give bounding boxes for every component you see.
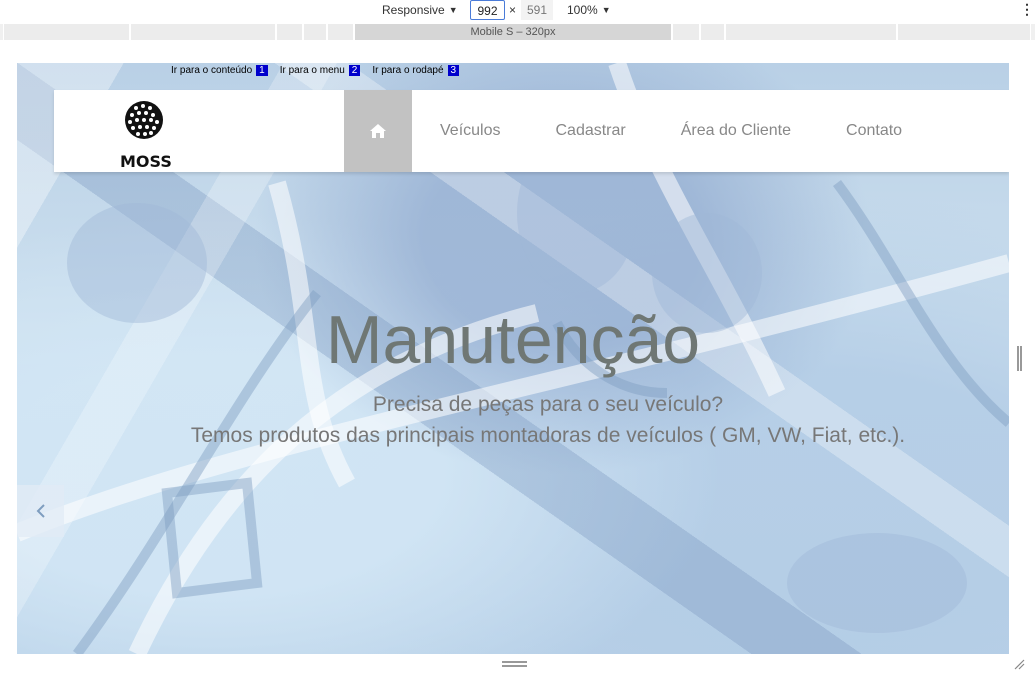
skip-links: Ir para o conteúdo 1 Ir para o menu 2 Ir… xyxy=(171,65,460,76)
dimension-separator: × xyxy=(509,3,517,17)
emulated-viewport: Ir para o conteúdo 1 Ir para o menu 2 Ir… xyxy=(17,63,1009,654)
media-query-segment[interactable] xyxy=(700,24,725,40)
media-query-segment[interactable] xyxy=(725,24,897,40)
viewport-height-input[interactable]: 591 xyxy=(521,0,553,20)
hero-title: Manutenção xyxy=(325,302,701,378)
media-query-segment[interactable] xyxy=(327,24,354,40)
skip-link-number: 3 xyxy=(447,65,460,76)
device-select[interactable]: Responsive ▼ xyxy=(382,3,458,17)
nav-item-cadastrar[interactable]: Cadastrar xyxy=(555,122,625,140)
main-nav: Veículos Cadastrar Área do Cliente Conta… xyxy=(344,90,929,172)
media-query-bar: Mobile S – 320px xyxy=(0,24,1035,40)
carousel-prev-button[interactable] xyxy=(17,485,64,537)
zoom-select[interactable]: 100% ▼ xyxy=(567,3,611,17)
site-header: MOSS Veículos Cadastrar Área do Cliente … xyxy=(54,90,1009,172)
media-query-mobile-s[interactable]: Mobile S – 320px xyxy=(354,24,672,40)
skip-link-menu[interactable]: Ir para o menu 2 xyxy=(280,65,361,76)
resize-corner-icon[interactable] xyxy=(1013,658,1025,670)
zoom-label: 100% xyxy=(567,3,598,17)
skip-link-label: Ir para o rodapé xyxy=(372,65,444,76)
media-query-segment[interactable] xyxy=(130,24,276,40)
skip-link-footer[interactable]: Ir para o rodapé 3 xyxy=(372,65,460,76)
chevron-down-icon: ▼ xyxy=(601,5,611,15)
hero-subtitle-line-2: Temos produtos das principais montadoras… xyxy=(190,424,906,447)
viewport-width-input[interactable]: 992 xyxy=(470,0,505,20)
chevron-down-icon: ▼ xyxy=(448,5,458,15)
home-icon xyxy=(370,124,386,138)
skip-link-content[interactable]: Ir para o conteúdo 1 xyxy=(171,65,268,76)
media-query-segment[interactable] xyxy=(897,24,1031,40)
devtools-toolbar: Responsive ▼ 992 × 591 100% ▼ ⋮ xyxy=(0,0,1035,22)
chevron-left-icon xyxy=(36,504,45,518)
media-query-segment[interactable] xyxy=(672,24,700,40)
media-query-segment[interactable] xyxy=(3,24,130,40)
device-label: Responsive xyxy=(382,3,445,17)
nav-home-button[interactable] xyxy=(344,90,412,172)
skip-link-label: Ir para o menu xyxy=(279,65,345,76)
more-options-icon[interactable]: ⋮ xyxy=(1020,1,1034,18)
skip-link-number: 1 xyxy=(256,65,268,76)
media-query-segment[interactable] xyxy=(276,24,303,40)
nav-item-veiculos[interactable]: Veículos xyxy=(440,122,500,140)
media-query-segment[interactable] xyxy=(303,24,327,40)
resize-handle-right[interactable] xyxy=(1017,346,1022,371)
logo-mark-icon xyxy=(125,101,163,139)
nav-item-contato[interactable]: Contato xyxy=(846,122,902,140)
resize-handle-bottom[interactable] xyxy=(502,661,527,667)
logo[interactable]: MOSS xyxy=(120,94,172,171)
skip-link-label: Ir para o conteúdo xyxy=(171,65,253,76)
logo-text: MOSS xyxy=(120,152,172,171)
nav-item-area-cliente[interactable]: Área do Cliente xyxy=(681,122,791,140)
skip-link-number: 2 xyxy=(348,65,361,76)
hero-subtitle-line-1: Precisa de peças para o seu veículo? xyxy=(372,393,724,416)
